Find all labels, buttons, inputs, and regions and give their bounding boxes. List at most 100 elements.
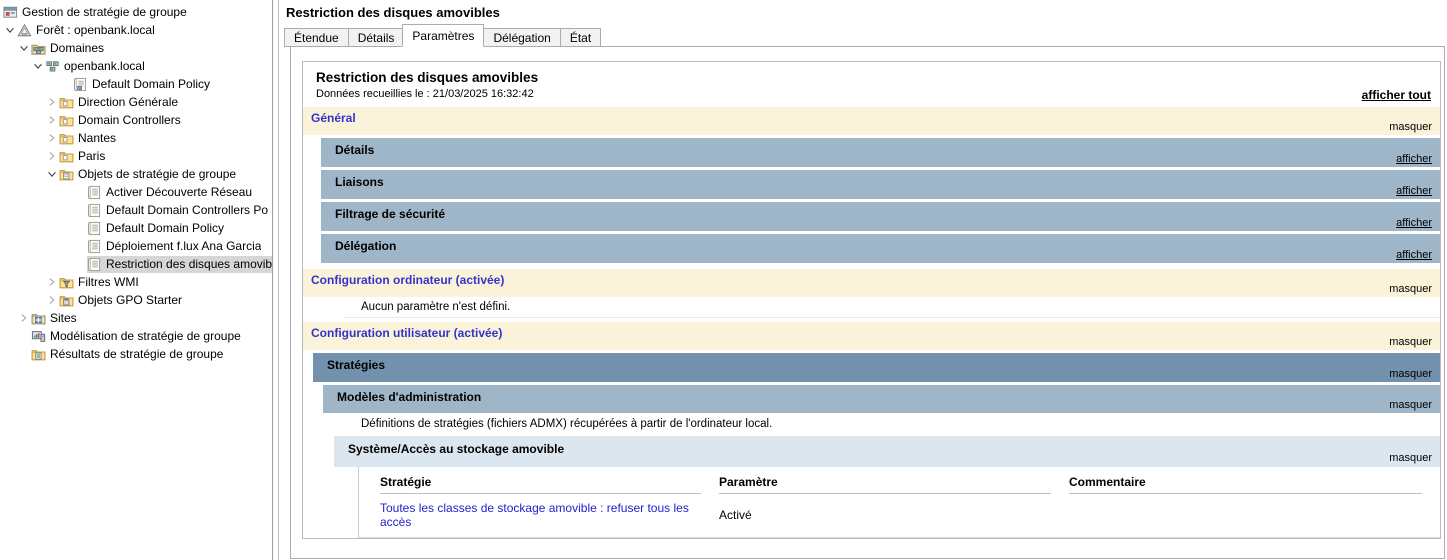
tree-item-domaines[interactable]: Domaines <box>0 39 272 57</box>
tree-item-forest[interactable]: Forêt : openbank.local <box>0 21 272 39</box>
table-row: Toutes les classes de stockage amovible … <box>359 494 1440 538</box>
tree-item-root-console[interactable]: Gestion de stratégie de groupe <box>0 3 272 21</box>
report-header: Restriction des disques amovibles Donnée… <box>303 62 1440 107</box>
tree-item-gp-modeling[interactable]: Modélisation de stratégie de groupe <box>0 327 272 345</box>
tree-item-label: Domaines <box>50 41 104 55</box>
section-general: Général masquer <box>303 107 1440 135</box>
results-icon <box>31 347 47 362</box>
row-filtrage-toggle-link[interactable]: afficher <box>1396 217 1432 229</box>
row-details: Détails afficher <box>321 138 1440 167</box>
tree-item-openbank-domain[interactable]: openbank.local <box>0 57 272 75</box>
tree-item-sites[interactable]: Sites <box>0 309 272 327</box>
policy-setting-comment <box>1069 494 1440 538</box>
tree-item-label: Forêt : openbank.local <box>36 23 155 37</box>
tree-item-gp-results[interactable]: Résultats de stratégie de groupe <box>0 345 272 363</box>
row-strategies-toggle-link[interactable]: masquer <box>1389 368 1432 380</box>
column-header-commentaire: Commentaire <box>1069 475 1422 494</box>
tree-item-ou-nantes[interactable]: Nantes <box>0 129 272 147</box>
tree-item-label: Default Domain Policy <box>106 221 224 235</box>
tab-details[interactable]: Détails <box>348 28 404 47</box>
tree-item-label: Domain Controllers <box>78 113 181 127</box>
tree-item-starter-gpos[interactable]: Objets GPO Starter <box>0 291 272 309</box>
tree-item-gpo-restriction-disques[interactable]: Restriction des disques amovib <box>0 255 272 273</box>
tree-item-gpo-deploiement-flux[interactable]: Déploiement f.lux Ana Garcia <box>0 237 272 255</box>
settings-table-container: Stratégie Paramètre Commentaire Toutes l… <box>358 467 1440 538</box>
gpo-icon <box>87 239 103 254</box>
tree-item-ou-domain-controllers[interactable]: Domain Controllers <box>0 111 272 129</box>
gpo-link-icon <box>73 77 89 92</box>
tab-etendue[interactable]: Étendue <box>284 28 348 47</box>
chevron-right-icon[interactable] <box>45 113 59 127</box>
tree-item-label: Activer Découverte Réseau <box>106 185 252 199</box>
section-computer-config: Configuration ordinateur (activée) masqu… <box>303 269 1440 297</box>
row-filtrage-securite: Filtrage de sécurité afficher <box>321 202 1440 231</box>
chevron-right-icon[interactable] <box>45 131 59 145</box>
tab-etat[interactable]: État <box>560 28 601 47</box>
report-collected-date: Données recueillies le : 21/03/2025 16:3… <box>316 88 1430 100</box>
section-general-rows: Détails afficher Liaisons afficher Filtr… <box>303 135 1440 269</box>
row-delegation: Délégation afficher <box>321 234 1440 263</box>
tab-parametres[interactable]: Paramètres <box>402 24 484 47</box>
chevron-down-icon[interactable] <box>31 59 45 73</box>
tree-item-label: Déploiement f.lux Ana Garcia <box>106 239 261 253</box>
gpo-icon <box>87 257 103 272</box>
gpo-icon <box>87 221 103 236</box>
row-delegation-label: Délégation <box>335 239 396 253</box>
settings-tab-page: Restriction des disques amovibles Donnée… <box>290 46 1445 559</box>
tree-item-label: Default Domain Controllers Po <box>106 203 268 217</box>
domain-icon <box>45 59 61 74</box>
tree-item-wmi-filters[interactable]: Filtres WMI <box>0 273 272 291</box>
tree-item-ou-paris[interactable]: Paris <box>0 147 272 165</box>
tree-item-default-domain-policy-link[interactable]: Default Domain Policy <box>0 75 272 93</box>
policy-setting-link[interactable]: Toutes les classes de stockage amovible … <box>380 501 689 529</box>
column-header-parametre: Paramètre <box>719 475 1051 494</box>
row-category-toggle-link[interactable]: masquer <box>1389 452 1432 464</box>
ou-folder-icon <box>59 95 75 110</box>
column-header-strategie: Stratégie <box>380 475 701 494</box>
sites-icon <box>31 311 47 326</box>
tree-item-label: Nantes <box>78 131 116 145</box>
tree-item-label: Modélisation de stratégie de groupe <box>50 329 241 343</box>
starter-gpo-folder-icon <box>59 293 75 308</box>
tree-item-gpo-objects-folder[interactable]: Objets de stratégie de groupe <box>0 165 272 183</box>
gpo-detail-pane: Restriction des disques amovibles Étendu… <box>283 0 1447 560</box>
ou-folder-icon <box>59 149 75 164</box>
chevron-down-icon[interactable] <box>17 41 31 55</box>
chevron-right-icon[interactable] <box>17 311 31 325</box>
row-delegation-toggle-link[interactable]: afficher <box>1396 249 1432 261</box>
panel-splitter[interactable] <box>278 0 279 560</box>
row-admin-templates-toggle-link[interactable]: masquer <box>1389 399 1432 411</box>
tree-item-ou-direction-generale[interactable]: Direction Générale <box>0 93 272 111</box>
tree-item-gpo-default-dc-policy[interactable]: Default Domain Controllers Po <box>0 201 272 219</box>
row-liaisons-toggle-link[interactable]: afficher <box>1396 185 1432 197</box>
chevron-down-icon[interactable] <box>45 167 59 181</box>
forest-icon <box>17 23 33 38</box>
chevron-right-icon[interactable] <box>45 95 59 109</box>
section-general-toggle-link[interactable]: masquer <box>1389 121 1432 133</box>
section-user-toggle-link[interactable]: masquer <box>1389 336 1432 348</box>
tree-item-gpo-activer-decouverte[interactable]: Activer Découverte Réseau <box>0 183 272 201</box>
gpo-settings-report: Restriction des disques amovibles Donnée… <box>302 61 1441 539</box>
row-category-label: Système/Accès au stockage amovible <box>348 442 564 456</box>
tree-item-gpo-default-domain-policy[interactable]: Default Domain Policy <box>0 219 272 237</box>
gpmc-tree-panel: Gestion de stratégie de groupe Forêt : o… <box>0 0 273 560</box>
computer-no-settings-text: Aucun paramètre n'est défini. <box>343 297 1440 318</box>
settings-table-header-row: Stratégie Paramètre Commentaire <box>359 467 1440 494</box>
tree-item-label: Restriction des disques amovib <box>106 257 272 271</box>
chevron-right-icon[interactable] <box>45 293 59 307</box>
chevron-right-icon[interactable] <box>45 275 59 289</box>
row-details-toggle-link[interactable]: afficher <box>1396 153 1432 165</box>
show-all-link[interactable]: afficher tout <box>1362 88 1431 102</box>
section-computer-toggle-link[interactable]: masquer <box>1389 283 1432 295</box>
row-category-stockage-amovible: Système/Accès au stockage amovible masqu… <box>334 436 1440 467</box>
wmi-folder-icon <box>59 275 75 290</box>
row-details-label: Détails <box>335 143 374 157</box>
chevron-down-icon[interactable] <box>3 23 17 37</box>
chevron-right-icon[interactable] <box>45 149 59 163</box>
tab-delegation[interactable]: Délégation <box>483 28 559 47</box>
section-user-label: Configuration utilisateur (activée) <box>311 326 502 340</box>
tree-item-label: Gestion de stratégie de groupe <box>22 5 187 19</box>
row-strategies-label: Stratégies <box>327 358 385 372</box>
tree-item-label: Direction Générale <box>78 95 178 109</box>
tree-item-label: Default Domain Policy <box>92 77 210 91</box>
